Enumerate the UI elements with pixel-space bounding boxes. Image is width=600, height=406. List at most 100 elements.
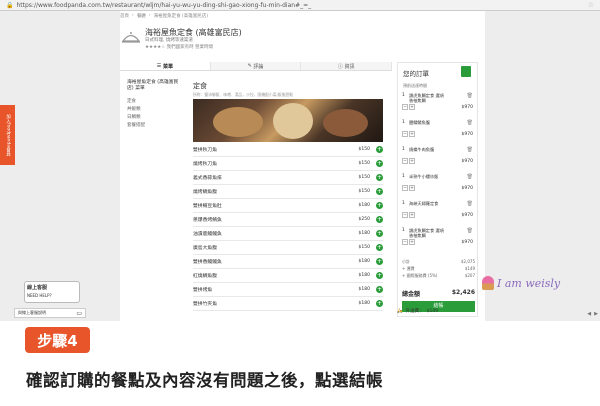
plus-button[interactable]: + [409,131,415,137]
member-side-tab[interactable]: 加入foodpanda會員 [0,105,15,165]
restaurant-rating: ★★★★☆ 我們國家有時 營業時間 [145,45,214,50]
cart-service-fee: + 國際服務費 (5%) $207 [402,273,475,278]
add-icon[interactable]: + [376,258,383,265]
help-subtitle: NEED HELP? [27,293,52,298]
cart-subtotal: 小計 $2,075 [402,259,475,264]
minus-button[interactable]: − [402,104,408,110]
add-icon[interactable]: + [376,286,383,293]
menu-item-name: 燒烤秋刀魚 [193,162,217,167]
plus-button[interactable]: + [409,104,415,110]
minus-button[interactable]: − [402,158,408,164]
shopping-bag-icon [461,66,471,77]
menu-item[interactable]: 廣島大魚腹 $150 + [193,241,383,255]
trash-icon[interactable]: 🗑 [467,201,473,207]
cart-total: 總金額 $2,426 [402,289,475,298]
menu-item[interactable]: 蔥爆香烤鯖魚 $250 + [193,213,383,227]
plus-button[interactable]: + [409,185,415,191]
restaurant-tabs: ☰ 菜單 ✎ 評論 ⓘ 資訊 [120,62,393,71]
tab-menu[interactable]: ☰ 菜單 [120,62,211,70]
menu-item[interactable]: 雙拼竹夾魚 $180 + [193,297,383,311]
bookmark-star-icon[interactable]: ☆ [588,1,594,9]
menu-item-name: 油漬鹿鰻鰻魚 [193,232,222,237]
menu-item-price: $150 [358,245,370,250]
add-icon[interactable]: + [376,300,383,307]
cart-item-name: 讚虎魚鯛定食 選項 香柚焦鯛 [409,228,444,238]
breadcrumb-home[interactable]: 首頁 [120,13,129,19]
sidebar-item[interactable]: 定食 [127,98,183,106]
minus-button[interactable]: − [402,212,408,218]
add-icon[interactable]: + [376,202,383,209]
sidebar-title: 海裕屋魚定食 (高雄富民店) 菜單 [127,80,179,91]
category-hero-image [193,99,383,142]
tab-reviews[interactable]: ✎ 評論 [210,62,302,70]
help-popup[interactable]: 線上客服 NEED HELP? [24,281,80,303]
trash-icon[interactable]: 🗑 [467,174,473,180]
menu-item-name: 雙拼烤魚 [193,288,213,293]
breadcrumb-current: 海裕屋魚定食 (高雄富民店) [153,14,209,19]
cart-item-name: 半熟牛小櫻炒飯 [409,174,439,179]
live-chat-bar[interactable]: 與線上客服說明 ▭ [14,308,86,318]
cart-item-price: $970 [461,240,473,245]
menu-item[interactable]: 雙拼秋刀魚 $150 + [193,143,383,157]
menu-item[interactable]: 油漬鹿鰻鰻魚 $180 + [193,227,383,241]
right-arrow-icon[interactable]: ▶ [594,311,598,317]
menu-item[interactable]: 雙拼鯖豆魚肚 $180 + [193,199,383,213]
plus-button[interactable]: + [409,158,415,164]
menu-item[interactable]: 雙拼烤魚 $180 + [193,283,383,297]
plus-button[interactable]: + [409,212,415,218]
delivery-time[interactable]: 預前送達時間 [403,83,427,89]
browser-url-bar[interactable]: 🔒 https://www.foodpanda.com.tw/restauran… [0,0,600,11]
minus-button[interactable]: − [402,131,408,137]
cart-item-qty: 1 [402,93,405,98]
add-icon[interactable]: + [376,244,383,251]
minus-button[interactable]: − [402,239,408,245]
menu-item-name: 義式香蒜魚排 [193,176,222,181]
tab-info[interactable]: ⓘ 資訊 [301,62,393,70]
add-icon[interactable]: + [376,188,383,195]
url-text[interactable]: https://www.foodpanda.com.tw/restaurant/… [16,2,311,9]
cart-item-name: 海峽天婦羅定食 [409,201,439,206]
sidebar-item[interactable]: 套餐搭配 [127,122,183,130]
trash-icon[interactable]: 🗑 [467,93,473,99]
menu-item[interactable]: 燒烤鯛魚腹 $150 + [193,185,383,199]
add-icon[interactable]: + [376,272,383,279]
menu-item-name: 廣島大魚腹 [193,246,217,251]
cart-item-price: $970 [461,105,473,110]
watermark: I am weisly [482,276,560,290]
scroll-controls[interactable]: ◀ ▶ [548,311,598,317]
cart-item-qty: 1 [402,228,405,233]
menu-item-price: $180 [358,259,370,264]
trash-icon[interactable]: 🗑 [467,120,473,126]
sidebar-item[interactable]: 日鯛類 [127,114,183,122]
cart-item-price: $970 [461,213,473,218]
menu-item[interactable]: 義式香蒜魚排 $150 + [193,171,383,185]
plus-button[interactable]: + [409,239,415,245]
menu-item-name: 蔥爆香烤鯖魚 [193,218,222,223]
cart-item: 1 海峽天婦羅定食 🗑 − + $970 [402,201,475,221]
trash-icon[interactable]: 🗑 [467,228,473,234]
menu-item-name: 雙拼秋刀魚 [193,148,217,153]
add-icon[interactable]: + [376,216,383,223]
add-icon[interactable]: + [376,174,383,181]
menu-item[interactable]: 紅燒鯛魚腹 $180 + [193,269,383,283]
menu-item-name: 紅燒鯛魚腹 [193,274,217,279]
trash-icon[interactable]: 🗑 [467,147,473,153]
sidebar-item[interactable]: 丼飯類 [127,106,183,114]
cart-item-name: 讚虎魚鯛定食 選項 香柚焦鯛 [409,93,444,103]
add-icon[interactable]: + [376,146,383,153]
add-icon[interactable]: + [376,230,383,237]
menu-item[interactable]: 雙拼香鰻鰻魚 $180 + [193,255,383,269]
breadcrumb-restaurants[interactable]: 餐廳 [137,13,146,19]
menu-item-name: 雙拼鯖豆魚肚 [193,204,222,209]
minus-button[interactable]: − [402,185,408,191]
cart-item-name: 燒蝶牛肉魚腹 [409,147,435,152]
menu-item-price: $180 [358,203,370,208]
cart-item-price: $970 [461,159,473,164]
menu-item-price: $250 [358,217,370,222]
add-icon[interactable]: + [376,160,383,167]
menu-item-price: $180 [358,301,370,306]
cart-item-name: 鹽鯖鯖魚腹 [409,120,430,125]
cart-item: 1 燒蝶牛肉魚腹 🗑 − + $970 [402,147,475,167]
left-arrow-icon[interactable]: ◀ [587,311,591,317]
menu-item[interactable]: 燒烤秋刀魚 $150 + [193,157,383,171]
